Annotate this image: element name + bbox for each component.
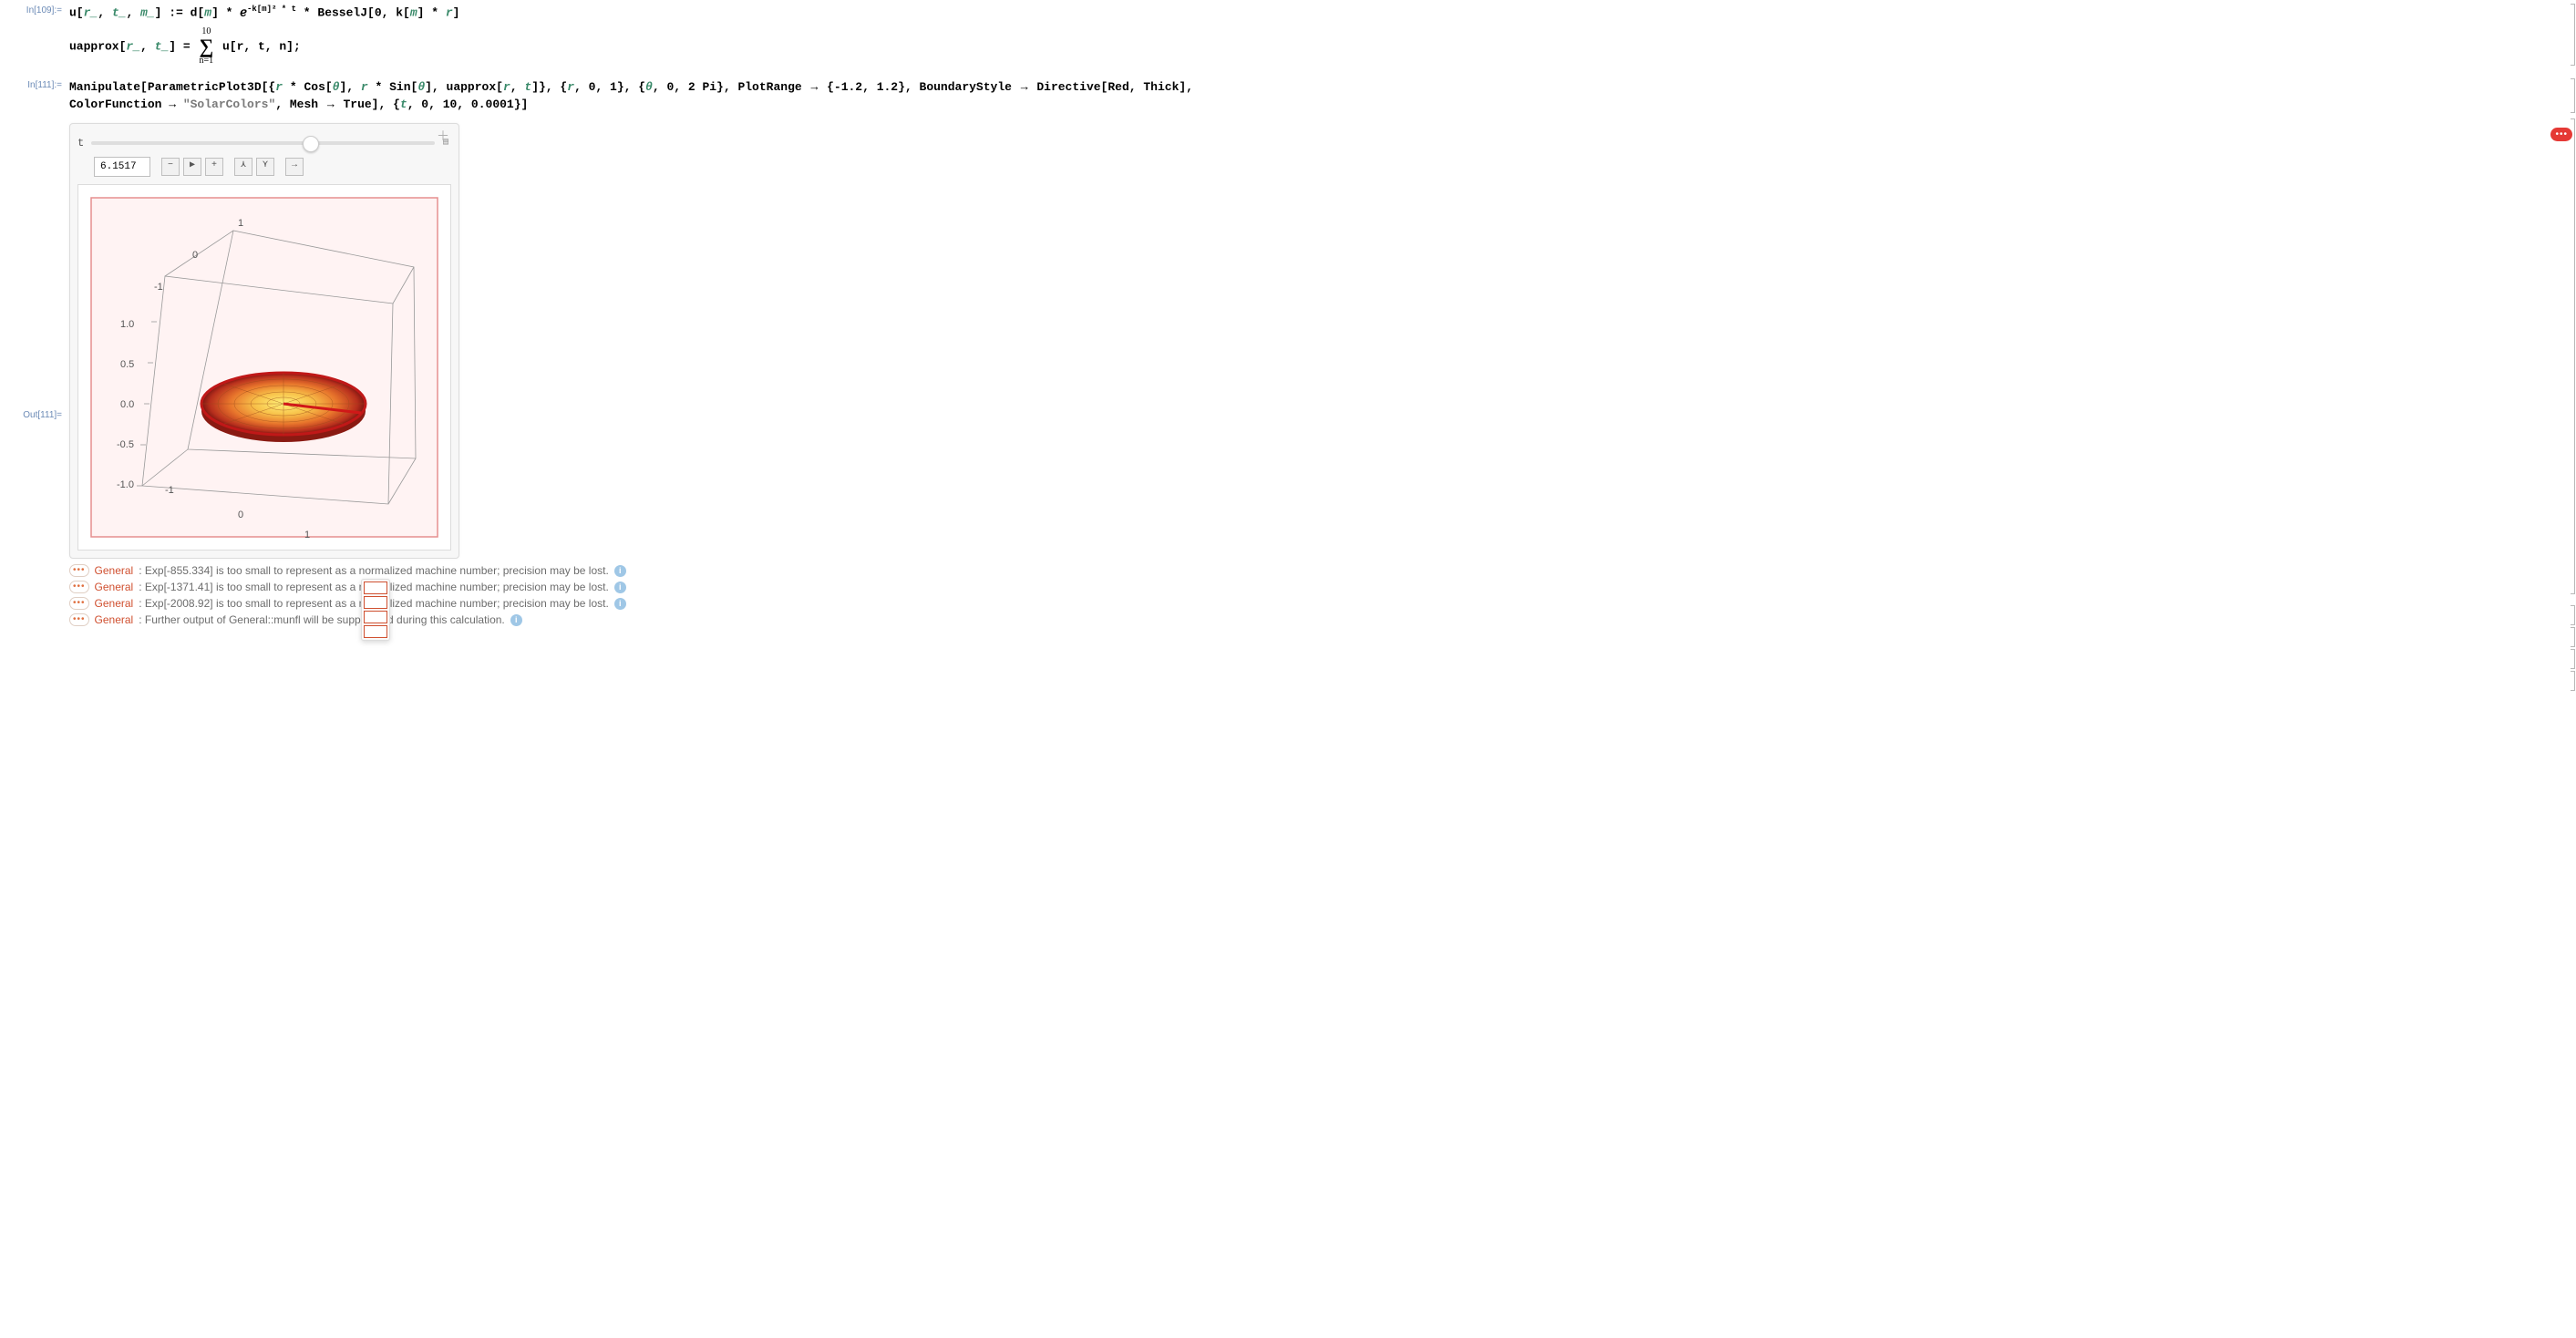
message-row: •••General: Exp[-2008.92] is too small t… — [69, 597, 2567, 610]
svg-text:-1: -1 — [165, 485, 174, 496]
output-cell-111: Out[111]= ＋ t ▤ 6.1517 − ▶ + ⋏ ⋎ → — [9, 123, 2567, 560]
message-text: : Exp[-855.334] is too small to represen… — [139, 564, 609, 577]
swatch[interactable] — [364, 611, 387, 623]
code-line[interactable]: Manipulate[ParametricPlot3D[{r * Cos[θ],… — [69, 78, 2567, 97]
message-menu-icon[interactable]: ••• — [69, 613, 89, 626]
exponent: -k[m]² * t — [247, 5, 296, 14]
slower-button[interactable]: ⋎ — [256, 158, 274, 176]
sum-icon: 10 ∑ n=1 — [199, 27, 213, 66]
out-label-111: Out[111]= — [9, 408, 69, 420]
slider-label: t — [77, 135, 84, 151]
message-row: •••General: Exp[-1371.41] is too small t… — [69, 581, 2567, 593]
message-tag: General — [95, 564, 134, 577]
svg-text:1: 1 — [304, 530, 310, 540]
in-content-109[interactable]: u[r_, t_, m_] := d[m] * ℯ-k[m]² * t * Be… — [69, 4, 2567, 66]
plot3d-output[interactable]: 1 0 -1 1.0 0.5 0.0 -0.5 -1.0 -1 0 1 — [77, 184, 451, 551]
in-label-111: In[111]:= — [9, 78, 69, 90]
swatch[interactable] — [364, 582, 387, 594]
svg-text:0.0: 0.0 — [120, 399, 134, 410]
slider-track[interactable] — [91, 141, 435, 145]
cell-bracket[interactable] — [2571, 671, 2575, 691]
message-menu-icon[interactable]: ••• — [69, 581, 89, 593]
info-icon[interactable]: i — [614, 565, 626, 577]
swatch[interactable] — [364, 596, 387, 609]
cell-brackets[interactable] — [2567, 0, 2576, 1338]
code-line[interactable]: uapprox[r_, t_] = 10 ∑ n=1 u[r, t, n]; — [69, 27, 2567, 66]
message-row: ••• General : Exp[-855.334] is too small t… — [69, 564, 2567, 577]
cell-bracket[interactable] — [2571, 4, 2575, 66]
info-icon[interactable]: i — [614, 582, 626, 593]
svg-text:0.5: 0.5 — [120, 359, 134, 370]
slider-thumb[interactable] — [303, 136, 319, 152]
svg-text:0: 0 — [192, 250, 198, 261]
play-button[interactable]: ▶ — [183, 158, 201, 176]
message-menu-icon[interactable]: ••• — [69, 564, 89, 577]
cell-bracket[interactable] — [2571, 649, 2575, 669]
message-row: ••• General : Further output of General::m… — [69, 613, 2567, 626]
message-tag: General — [95, 597, 134, 610]
svg-text:1: 1 — [238, 218, 243, 229]
svg-text:-0.5: -0.5 — [117, 439, 134, 450]
info-icon[interactable]: i — [614, 598, 626, 610]
animator-controls: 6.1517 − ▶ + ⋏ ⋎ → — [94, 157, 451, 178]
input-cell-109: In[109]:= u[r_, t_, m_] := d[m] * ℯ-k[m]… — [9, 4, 2567, 66]
code-line[interactable]: ColorFunction → "SolarColors", Mesh → Tr… — [69, 96, 2567, 114]
code-line[interactable]: u[r_, t_, m_] := d[m] * ℯ-k[m]² * t * Be… — [69, 4, 2567, 22]
direction-button[interactable]: → — [285, 158, 304, 176]
input-cell-111: In[111]:= Manipulate[ParametricPlot3D[{r… — [9, 78, 2567, 114]
messages-block: ••• General : Exp[-855.334] is too small t… — [9, 564, 2567, 626]
plot3d-svg: 1 0 -1 1.0 0.5 0.0 -0.5 -1.0 -1 0 1 — [78, 185, 450, 550]
in-label-109: In[109]:= — [9, 4, 69, 15]
message-tag: General — [95, 613, 134, 626]
info-icon[interactable]: i — [510, 614, 522, 626]
faster-button[interactable]: ⋏ — [234, 158, 252, 176]
step-back-button[interactable]: − — [161, 158, 180, 176]
cell-bracket[interactable] — [2571, 78, 2575, 113]
svg-text:-1: -1 — [154, 282, 163, 293]
svg-text:1.0: 1.0 — [120, 319, 134, 330]
in-content-111[interactable]: Manipulate[ParametricPlot3D[{r * Cos[θ],… — [69, 78, 2567, 114]
message-menu-icon[interactable]: ••• — [69, 597, 89, 610]
slider-value-input[interactable]: 6.1517 — [94, 157, 150, 178]
message-tag: General — [95, 581, 134, 593]
message-text: : Further output of General::munfl will … — [139, 613, 505, 626]
svg-text:0: 0 — [238, 509, 243, 520]
cell-bracket[interactable] — [2571, 118, 2575, 594]
step-forward-button[interactable]: + — [205, 158, 223, 176]
swatch[interactable] — [364, 625, 387, 638]
cell-bracket[interactable] — [2571, 627, 2575, 647]
svg-text:-1.0: -1.0 — [117, 479, 134, 490]
color-swatches-tooltip[interactable] — [361, 579, 390, 641]
cell-bracket[interactable] — [2571, 605, 2575, 625]
manipulate-panel[interactable]: ＋ t ▤ 6.1517 − ▶ + ⋏ ⋎ → — [69, 123, 459, 560]
slider-row: t ▤ — [77, 135, 451, 151]
plus-icon[interactable]: ＋ — [437, 131, 449, 144]
